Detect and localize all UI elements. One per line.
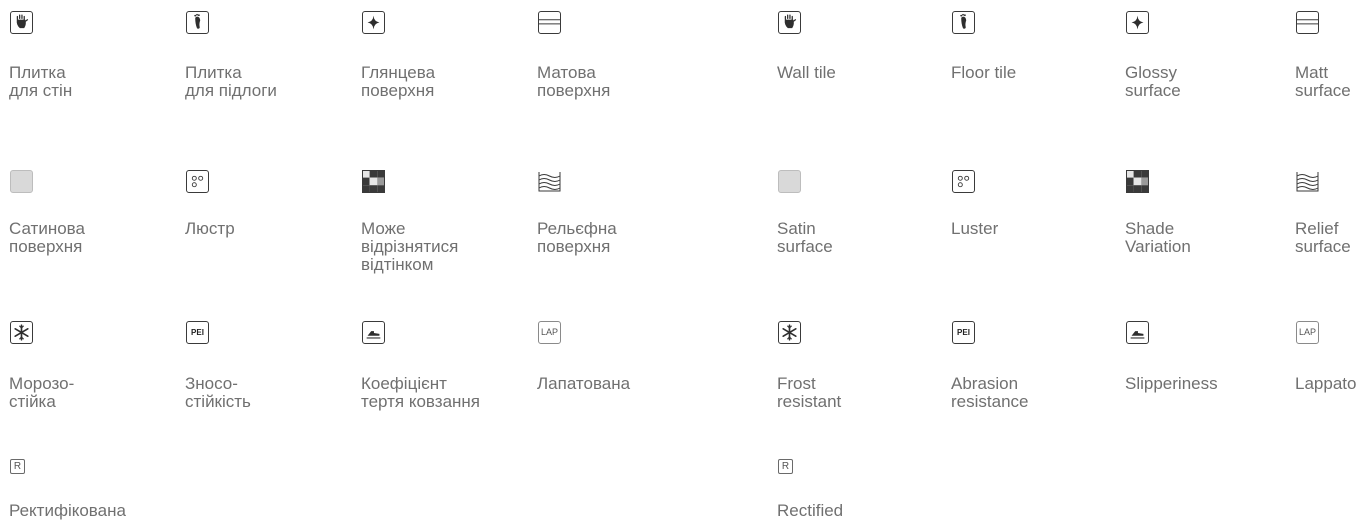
footprint-icon — [952, 11, 975, 34]
snowflake-icon — [10, 321, 33, 344]
pei-icon: PEI — [186, 321, 209, 344]
shade-grid-icon — [362, 170, 385, 193]
legend-label: Rectified — [777, 501, 844, 520]
legend-label: Може відрізнятися відтінком — [361, 219, 459, 274]
legend-label: Lappato — [1295, 374, 1357, 393]
luster-circles-icon — [952, 170, 975, 193]
legend-label: Slipperiness — [1125, 374, 1218, 393]
legend-label: Matt surface — [1295, 63, 1351, 100]
legend-label: Плитка для підлоги — [185, 63, 277, 100]
relief-waves-icon — [1296, 170, 1319, 193]
lap-icon-text: LAP — [1298, 327, 1316, 337]
legend-label: Wall tile — [777, 63, 836, 82]
hand-icon — [10, 11, 33, 34]
sparkle-icon — [1126, 11, 1149, 34]
legend-label: Floor tile — [951, 63, 1017, 82]
satin-swatch-icon — [778, 170, 801, 193]
hand-icon — [778, 11, 801, 34]
lap-icon: LAP — [1296, 321, 1319, 344]
legend-label: Коефіцієнт тертя ковзання — [361, 374, 480, 411]
rectified-r-icon: R — [778, 459, 793, 474]
luster-circles-icon — [186, 170, 209, 193]
legend-panel-ukrainian: Плитка для стін Плитка для підлоги Глянц… — [0, 0, 680, 522]
legend-label: Люстр — [185, 219, 235, 238]
matt-lines-icon — [1296, 11, 1319, 34]
legend-label: Рельєфна поверхня — [537, 219, 617, 256]
legend-label: Ректифікована — [9, 501, 126, 520]
legend-panel-english: Wall tile Floor tile Glossy surface Matt… — [768, 0, 1372, 522]
lap-icon-text: LAP — [540, 327, 558, 337]
lap-icon: LAP — [538, 321, 561, 344]
r-icon-text: R — [781, 461, 790, 472]
sparkle-icon — [362, 11, 385, 34]
r-icon-text: R — [13, 461, 22, 472]
relief-waves-icon — [538, 170, 561, 193]
legend-label: Relief surface — [1295, 219, 1351, 256]
legend-label: Плитка для стін — [9, 63, 73, 100]
legend-label: Satin surface — [777, 219, 833, 256]
shade-grid-icon — [1126, 170, 1149, 193]
legend-label: Shade Variation — [1125, 219, 1191, 256]
legend-label: Сатинова поверхня — [9, 219, 85, 256]
snowflake-icon — [778, 321, 801, 344]
legend-label: Luster — [951, 219, 999, 238]
shoe-slip-icon — [362, 321, 385, 344]
legend-label: Лапатована — [537, 374, 631, 393]
legend-label: Зносо- стійкість — [185, 374, 251, 411]
shoe-slip-icon — [1126, 321, 1149, 344]
pei-icon: PEI — [952, 321, 975, 344]
satin-swatch-icon — [10, 170, 33, 193]
footprint-icon — [186, 11, 209, 34]
legend-label: Frost resistant — [777, 374, 842, 411]
legend-label: Glossy surface — [1125, 63, 1181, 100]
pei-icon-text: PEI — [191, 328, 204, 337]
legend-label: Матова поверхня — [537, 63, 611, 100]
legend-label: Морозо- стійка — [9, 374, 75, 411]
pei-icon-text: PEI — [957, 328, 970, 337]
legend-label: Глянцева поверхня — [361, 63, 436, 100]
rectified-r-icon: R — [10, 459, 25, 474]
matt-lines-icon — [538, 11, 561, 34]
legend-label: Abrasion resistance — [951, 374, 1029, 411]
